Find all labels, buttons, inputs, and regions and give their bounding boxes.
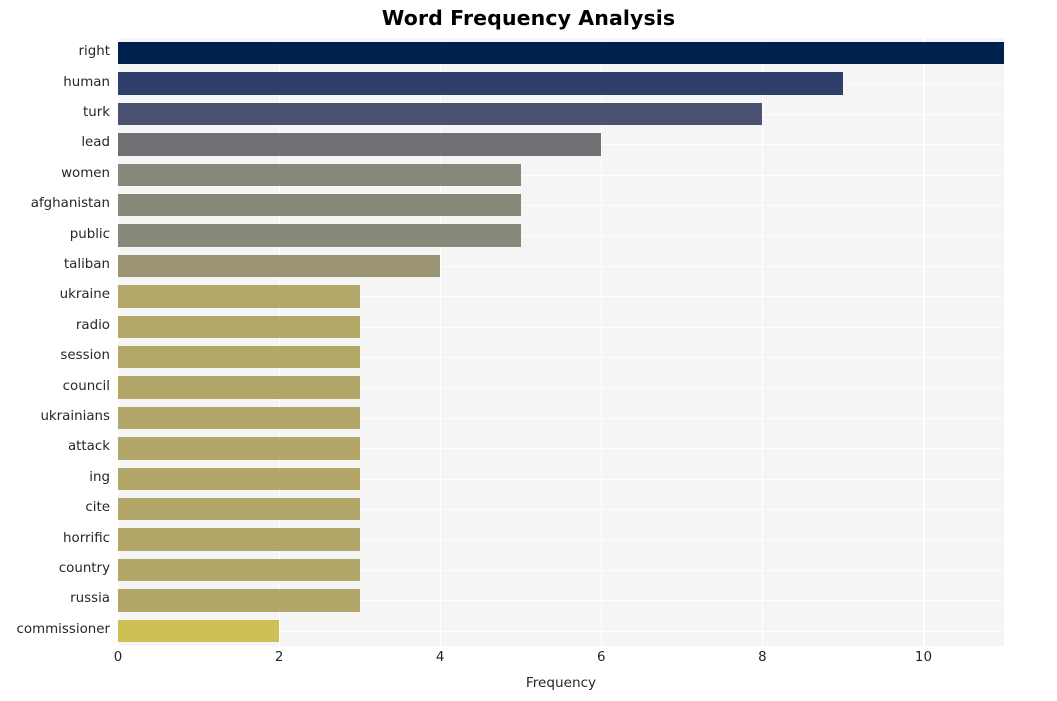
y-axis-tick-label: ukrainians bbox=[40, 409, 110, 424]
y-axis-tick-label: council bbox=[62, 378, 110, 394]
bar-row bbox=[118, 102, 1004, 126]
y-axis-tick-label: human bbox=[63, 74, 110, 90]
bar[interactable] bbox=[118, 163, 521, 187]
bar[interactable] bbox=[118, 589, 360, 612]
y-axis-tick-label: afghanistan bbox=[30, 196, 110, 212]
bar[interactable] bbox=[118, 497, 360, 521]
bar[interactable] bbox=[118, 102, 763, 126]
y-axis-tick-label: commissioner bbox=[16, 621, 110, 637]
y-axis-tick-label: right bbox=[78, 44, 110, 60]
plot-area bbox=[118, 38, 1004, 646]
y-axis-tick-label: women bbox=[61, 165, 110, 181]
bar[interactable] bbox=[118, 224, 521, 247]
x-axis-tick-label: 2 bbox=[274, 650, 284, 665]
y-axis-tick-label: country bbox=[58, 561, 110, 576]
bar-row bbox=[118, 528, 1004, 551]
bars-layer bbox=[118, 38, 1004, 646]
bar[interactable] bbox=[118, 41, 1004, 65]
bar-row bbox=[118, 497, 1004, 521]
bar-row bbox=[118, 41, 1004, 65]
bar-row bbox=[118, 558, 1004, 582]
bar-row bbox=[118, 193, 1004, 217]
x-axis-tick-label: 6 bbox=[597, 650, 606, 665]
y-axis-tick-label: taliban bbox=[63, 257, 110, 272]
bar[interactable] bbox=[118, 406, 360, 430]
y-axis-tick-label: turk bbox=[83, 105, 110, 120]
bar-row bbox=[118, 224, 1004, 247]
y-axis-tick-label: radio bbox=[75, 317, 110, 333]
x-axis-tick-labels: 0 2 4 6 8 10 bbox=[114, 650, 1004, 672]
x-axis-title: Frequency bbox=[525, 675, 597, 691]
bar[interactable] bbox=[118, 254, 441, 278]
y-axis-tick-label: russia bbox=[70, 591, 110, 607]
bar[interactable] bbox=[118, 437, 360, 460]
bar[interactable] bbox=[118, 376, 360, 399]
chart-figure: Word Frequency Analysis right human turk le… bbox=[0, 0, 1057, 701]
bar-row bbox=[118, 133, 1004, 156]
bar-row bbox=[118, 345, 1004, 369]
bar-row bbox=[118, 254, 1004, 278]
bar-row bbox=[118, 437, 1004, 460]
y-axis-tick-label: lead bbox=[81, 135, 110, 151]
y-axis-tick-label: session bbox=[60, 348, 110, 364]
y-axis-labels: right human turk lead women afghanistan public… bbox=[0, 38, 110, 646]
x-axis-tick-label: 8 bbox=[758, 650, 767, 665]
bar[interactable] bbox=[118, 285, 360, 308]
bar-row bbox=[118, 467, 1004, 491]
y-axis-tick-label: ukraine bbox=[59, 287, 110, 303]
bar[interactable] bbox=[118, 528, 360, 551]
bar[interactable] bbox=[118, 133, 602, 156]
bar-row bbox=[118, 619, 1004, 643]
bar-row bbox=[118, 406, 1004, 430]
bar[interactable] bbox=[118, 315, 360, 339]
y-axis-tick-label: public bbox=[69, 226, 110, 242]
x-axis-tick-label: 0 bbox=[113, 650, 123, 665]
bar[interactable] bbox=[118, 72, 843, 95]
bar-row bbox=[118, 285, 1004, 308]
bar[interactable] bbox=[118, 619, 280, 643]
bar-row bbox=[118, 163, 1004, 187]
x-axis-tick-label: 4 bbox=[435, 650, 445, 665]
chart-title: Word Frequency Analysis bbox=[381, 6, 676, 30]
bar-row bbox=[118, 72, 1004, 95]
bar[interactable] bbox=[118, 558, 360, 582]
y-axis-tick-label: horrific bbox=[63, 530, 110, 546]
bar-row bbox=[118, 376, 1004, 399]
bar[interactable] bbox=[118, 345, 360, 369]
bar[interactable] bbox=[118, 193, 521, 217]
bar-row bbox=[118, 315, 1004, 339]
bar-row bbox=[118, 589, 1004, 612]
x-axis-tick-label: 10 bbox=[914, 650, 932, 665]
y-axis-tick-label: cite bbox=[85, 500, 110, 516]
bar[interactable] bbox=[118, 467, 360, 491]
y-axis-tick-label: attack bbox=[67, 439, 110, 455]
y-axis-tick-label: ing bbox=[89, 469, 110, 485]
